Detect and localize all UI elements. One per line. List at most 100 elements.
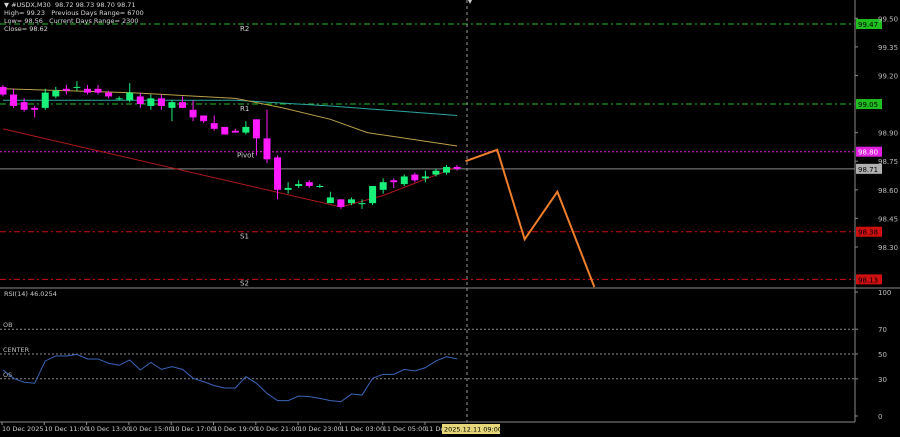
candle-body [295, 184, 303, 186]
candle-body [115, 98, 123, 100]
y-tick-label: 98.30 [878, 244, 898, 252]
x-tick-label: 10 Dec 19:00 [214, 425, 258, 433]
candle-body [31, 107, 39, 110]
x-tick-label: 11 Dec 05:00 [383, 425, 427, 433]
candle-body [263, 138, 271, 160]
indicator-line-1 [2, 88, 458, 147]
candle-body [221, 126, 229, 135]
price-tag-text-s1: 98.38 [858, 229, 878, 237]
candle-body [52, 90, 60, 97]
x-tick-label: 10 Dec 17:00 [171, 425, 215, 433]
y-tick-label: 99.20 [878, 72, 898, 80]
candle-body [20, 102, 28, 110]
rsi-level-label-ob: OB [3, 321, 13, 329]
current-days-range: Current Days Range= 2300 [49, 17, 139, 25]
pivot-levels: R2 99.47 R1 99.05 Pivot 98.80 S1 98.38 S2 98.13 98… [0, 19, 882, 287]
candle-body [189, 109, 197, 118]
x-tick-label: 10 Dec 15:00 [129, 425, 173, 433]
price-tag-text-r1: 99.05 [858, 101, 878, 109]
pivot-label-s2: S2 [240, 279, 249, 287]
candle-body [369, 185, 377, 204]
candle-body [443, 166, 451, 173]
y-tick-label: 98.60 [878, 187, 898, 195]
axes: 99.50 99.35 99.20 98.90 98.75 98.60 98.45 98.30… [0, 0, 900, 434]
candle-body [390, 180, 398, 183]
candle-body [453, 166, 461, 169]
chart-header: ▼ #USDX,M30 98.72 98.73 98.70 98.71 [4, 1, 136, 9]
rsi-panel: RSI(14) 46.0254 OB CENTER OS 100 70 50 30 0 [0, 289, 891, 421]
price-tag-text-pivot: 98.80 [858, 149, 878, 157]
high-value: High= 99.23 [4, 9, 46, 17]
rsi-level-label-center: CENTER [3, 346, 30, 354]
candle-body [210, 123, 218, 129]
y-tick-label: 98.45 [878, 215, 898, 223]
candle-body [147, 98, 155, 106]
candle-body [284, 187, 292, 190]
price-tag-text-r2: 99.47 [858, 21, 878, 29]
x-tick-label: 10 Dec 23:00 [298, 425, 342, 433]
candle-body [126, 92, 134, 101]
candle-body [41, 92, 49, 108]
pivot-label-r1: R1 [240, 105, 249, 113]
candle-body [73, 86, 81, 88]
candle-body [200, 115, 208, 122]
candle-body [358, 203, 366, 205]
rsi-y-tick-label: 30 [878, 376, 887, 384]
rsi-level-label-os: OS [3, 371, 12, 379]
candle-body [168, 102, 176, 108]
price-chart[interactable]: R2 99.47 R1 99.05 Pivot 98.80 S1 98.38 S2 98.13 98… [0, 0, 900, 437]
forecast-line [465, 148, 596, 288]
projection-path [465, 148, 596, 288]
pivot-label-pivot: Pivot [237, 152, 254, 160]
candle-body [105, 92, 113, 97]
rsi-y-tick-label: 0 [878, 413, 882, 421]
crosshair-marker-icon [468, 0, 472, 4]
rsi-title: RSI(14) 46.0254 [4, 290, 57, 298]
indicator-line-0 [3, 99, 458, 116]
candle-body [10, 94, 18, 106]
moving-averages [2, 88, 458, 208]
price-tag-text-s2: 98.13 [858, 276, 878, 284]
low-value: Low= 98.56 [4, 17, 43, 25]
crosshair-time-label: 2025.12.11 09:00 [444, 426, 502, 434]
rsi-y-tick-label: 50 [878, 351, 887, 359]
candle-body [252, 119, 260, 139]
candle-body [179, 102, 187, 108]
candle-body [411, 174, 419, 181]
candle-body [62, 88, 70, 91]
rsi-y-tick-label: 100 [878, 289, 891, 297]
y-tick-label: 99.50 [878, 15, 898, 23]
candle-body [305, 182, 313, 186]
y-tick-label: 98.75 [878, 158, 898, 166]
candle-body [231, 130, 239, 133]
candle-body [157, 98, 165, 106]
rsi-y-tick-label: 70 [878, 326, 887, 334]
x-tick-label: 10 Dec 21:00 [256, 425, 300, 433]
close-value: Close= 98.62 [4, 25, 48, 33]
candle-body [432, 170, 440, 175]
candle-body [83, 88, 91, 93]
pivot-label-r2: R2 [240, 25, 249, 33]
x-tick-label: 11 Dec 03:00 [340, 425, 384, 433]
current-price-text: 98.71 [858, 166, 878, 174]
x-tick-label: 10 Dec 2025 [2, 425, 44, 433]
indicator-line-2 [2, 128, 458, 208]
candle-body [316, 185, 324, 187]
y-tick-label: 99.35 [878, 44, 898, 52]
x-tick-label: 10 Dec 11:00 [44, 425, 88, 433]
candle-body [400, 176, 408, 185]
x-tick-label: 11 De [425, 425, 444, 433]
x-tick-label: 10 Dec 13:00 [87, 425, 131, 433]
candle-body [326, 197, 334, 204]
candle-body [94, 88, 102, 93]
candle-body [0, 86, 7, 95]
candle-body [337, 199, 345, 207]
rsi-line [2, 353, 458, 403]
candle-body [136, 96, 144, 105]
candle-body [274, 157, 282, 190]
candle-body [379, 182, 387, 190]
candle-body [421, 176, 429, 179]
candle-body [242, 126, 250, 133]
y-tick-label: 98.90 [878, 130, 898, 138]
pivot-label-s1: S1 [240, 233, 249, 241]
